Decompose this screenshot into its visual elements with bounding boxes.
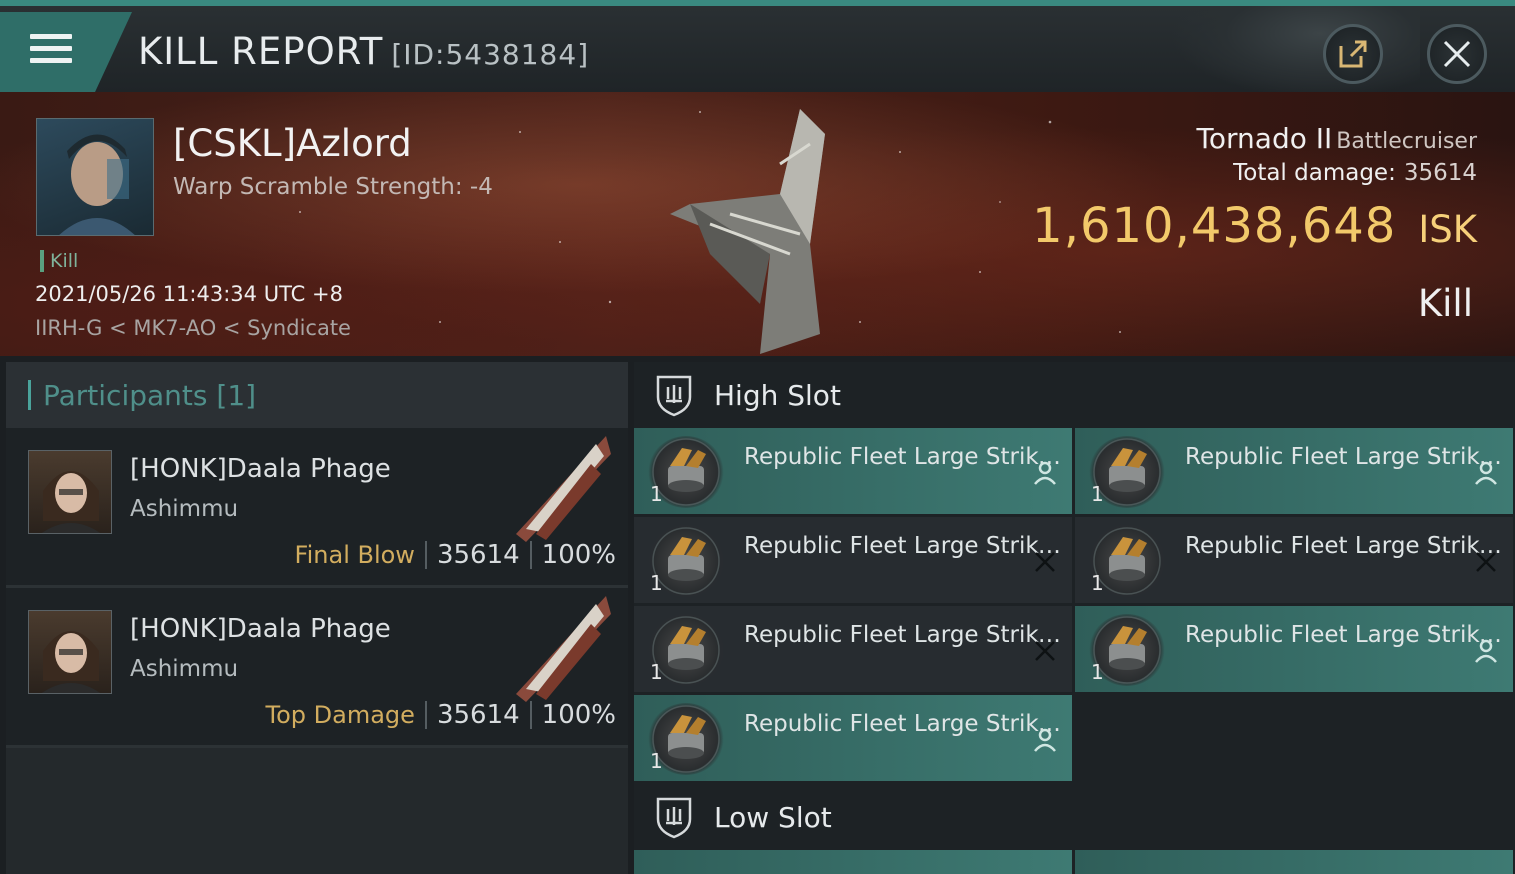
module-slot[interactable]: 1 Republic Fleet Large Strike... [1075,428,1513,514]
module-name: Republic Fleet Large Strike... [744,533,1062,559]
avatar [41,471,101,533]
participant-stats: Top Damage 35614 100% [266,700,616,730]
x-icon [1473,549,1499,575]
isk-amount: 1,610,438,648 [1032,198,1397,254]
module-slot[interactable] [634,850,1072,874]
participants-count: [1] [216,378,257,412]
participants-label: Participants [43,378,208,412]
title-text: KILL REPORT [138,30,384,73]
avatar [59,134,135,235]
module-slot[interactable] [1075,850,1513,874]
module-quantity: 1 [650,571,663,595]
participant-portrait[interactable] [28,450,112,534]
stat-divider [529,701,532,729]
participant-stats: Final Blow 35614 100% [295,540,616,570]
victim-portrait[interactable] [36,118,154,236]
report-id: [ID:5438184] [391,38,590,71]
top-bar: KILL REPORT [ID:5438184] [0,0,1515,98]
share-icon [1339,40,1367,68]
module-slot[interactable]: 1 Republic Fleet Large Strike... [634,606,1072,692]
high-slot-header: High Slot [634,362,1515,428]
kill-result: Kill [1417,282,1473,325]
stat-divider [529,541,532,569]
participant-name: [HONK]Daala Phage [130,454,391,484]
isk-unit: ISK [1418,208,1477,251]
participant-percent: 100% [541,700,616,730]
menu-button[interactable] [0,12,132,92]
module-quantity: 1 [650,749,663,773]
x-icon [1032,638,1058,664]
stat-divider [424,541,427,569]
module-name: Republic Fleet Large Strike... [744,711,1062,737]
person-icon [1473,638,1499,664]
participant-role: Top Damage [265,701,415,729]
module-slot[interactable]: 1 Republic Fleet Large Strike... [634,695,1072,781]
header-accent [28,380,31,410]
participant-row[interactable]: [HONK]Daala Phage Ashimmu Final Blow 356… [6,428,628,588]
shield-icon [656,375,692,417]
x-icon [1032,549,1058,575]
participant-role: Final Blow [294,541,415,569]
participant-name: [HONK]Daala Phage [130,614,391,644]
participant-ship-render [516,436,611,542]
module-slot[interactable]: 1 Republic Fleet Large Strike... [634,428,1072,514]
victim-ship-render [670,109,825,354]
module-slot[interactable]: 1 Republic Fleet Large Strike... [634,517,1072,603]
avatar [41,631,101,693]
stat-divider [424,701,427,729]
close-icon [1443,40,1471,68]
share-button[interactable] [1323,24,1383,84]
low-slot-header: Low Slot [634,784,1515,850]
participant-ship-render [516,596,611,702]
kill-datetime: 2021/05/26 11:43:34 UTC +8 [35,282,343,306]
shield-icon [656,797,692,839]
module-name: Republic Fleet Large Strike... [1185,533,1503,559]
module-quantity: 1 [1091,660,1104,684]
participant-row[interactable]: [HONK]Daala Phage Ashimmu Top Damage 356… [6,588,628,748]
module-name: Republic Fleet Large Strike... [744,444,1062,470]
high-slot-grid: 1 Republic Fleet Large Strike... 1 Republic… [634,428,1515,781]
module-quantity: 1 [1091,482,1104,506]
ship-name: Tornado II [1196,122,1333,155]
participant-portrait[interactable] [28,610,112,694]
module-quantity: 1 [650,482,663,506]
participant-damage: 35614 [436,700,520,730]
low-slot-grid [634,850,1515,874]
participant-ship: Ashimmu [130,656,239,682]
high-slot-label: High Slot [714,378,841,412]
person-icon [1473,460,1499,486]
low-slot-label: Low Slot [714,800,832,834]
module-name: Republic Fleet Large Strike... [1185,444,1503,470]
module-name: Republic Fleet Large Strike... [1185,622,1503,648]
victim-name: [CSKL]Azlord [173,122,412,165]
menu-icon [30,34,72,66]
module-name: Republic Fleet Large Strike... [744,622,1062,648]
module-slot[interactable]: 1 Republic Fleet Large Strike... [1075,606,1513,692]
module-slot[interactable]: 1 Republic Fleet Large Strike... [1075,517,1513,603]
kill-tag: Kill [40,250,78,272]
person-icon [1032,727,1058,753]
participant-percent: 100% [541,540,616,570]
fitting-panel: High Slot 1 Republic Fleet Large Strike..… [634,362,1515,874]
total-damage: Total damage: 35614 [1233,160,1477,186]
participant-damage: 35614 [436,540,520,570]
participants-panel: Participants [1] [HONK]Daala Phage Ashim… [6,362,628,874]
module-quantity: 1 [650,660,663,684]
participant-ship: Ashimmu [130,496,239,522]
participants-header[interactable]: Participants [1] [6,362,628,428]
ship-class: Battlecruiser [1336,129,1477,154]
victim-banner: [CSKL]Azlord Warp Scramble Strength: -4 … [0,92,1515,356]
person-icon [1032,460,1058,486]
module-quantity: 1 [1091,571,1104,595]
warp-scramble-strength: Warp Scramble Strength: -4 [173,174,493,200]
total-damage-value: 35614 [1403,160,1477,186]
total-damage-label: Total damage: [1233,160,1396,186]
isk-value: 1,610,438,648 ISK [1032,198,1477,254]
close-button[interactable] [1427,24,1487,84]
victim-ship[interactable]: Tornado II Battlecruiser [1197,122,1477,155]
page-title: KILL REPORT [ID:5438184] [138,30,589,73]
kill-location[interactable]: IIRH-G < MK7-AO < Syndicate [35,316,351,340]
